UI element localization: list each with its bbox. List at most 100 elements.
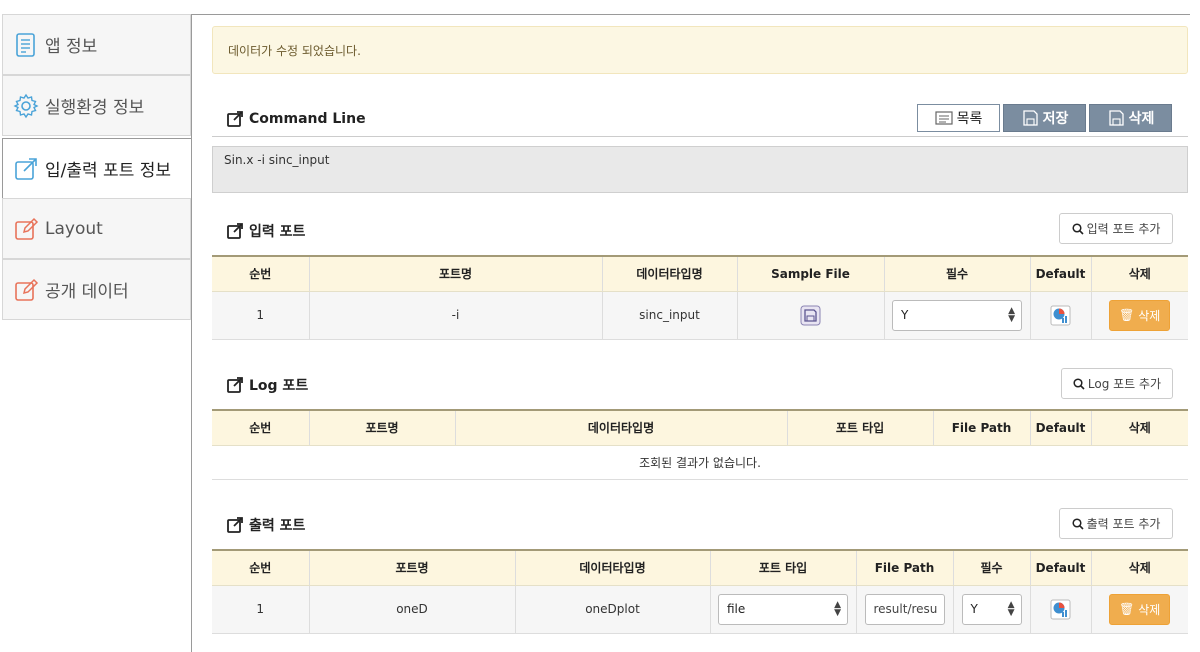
main-border	[191, 14, 1190, 15]
required-cell: Y ▲ ▼	[883, 291, 1031, 340]
sidebar-item-runtime-info[interactable]: 실행환경 정보	[2, 75, 191, 136]
row-number: 1	[212, 585, 310, 634]
table-row: 1 oneD oneDplot file ▲ ▼ result/resu Y ▲ ▼	[212, 585, 1188, 634]
column-header: File Path	[932, 409, 1031, 446]
log-ports-table: 순번 포트명 데이터타입명 포트 타입 File Path Default 삭제…	[212, 409, 1188, 480]
column-header: Default	[1029, 549, 1092, 586]
select-arrows-icon: ▲ ▼	[834, 600, 841, 618]
column-header: 필수	[883, 255, 1031, 292]
datatype-name: oneDplot	[514, 585, 711, 634]
column-header: 삭제	[1090, 409, 1188, 446]
table-row: 1 -i sinc_input Y ▲ ▼ 🗑 삭제	[212, 291, 1188, 340]
edit-icon	[13, 216, 39, 242]
column-header: 데이터타입명	[514, 549, 711, 586]
sample-file-icon[interactable]	[800, 305, 821, 326]
column-header: 순번	[212, 409, 310, 446]
datatype-name: sinc_input	[601, 291, 738, 340]
external-link-icon	[227, 517, 243, 533]
external-link-icon	[227, 223, 243, 239]
list-button[interactable]: 목록	[917, 104, 1000, 132]
column-header: Default	[1029, 255, 1092, 292]
input-ports-table: 순번 포트명 데이터타입명 Sample File 필수 Default 삭제 …	[212, 255, 1188, 340]
required-select[interactable]: Y ▲ ▼	[892, 299, 1022, 331]
command-line-field[interactable]: Sin.x -i sinc_input	[212, 146, 1188, 193]
port-type-select[interactable]: file ▲ ▼	[718, 593, 848, 625]
select-arrows-icon: ▲ ▼	[1007, 600, 1015, 618]
column-header: Default	[1029, 409, 1092, 446]
table-header-row: 순번 포트명 데이터타입명 포트 타입 File Path 필수 Default…	[212, 549, 1188, 586]
default-cell	[1029, 585, 1092, 634]
success-alert: 데이터가 수정 되었습니다.	[212, 26, 1188, 74]
sidebar-item-layout[interactable]: Layout	[2, 198, 191, 259]
port-type-cell: file ▲ ▼	[709, 585, 857, 634]
add-output-port-button[interactable]: 출력 포트 추가	[1059, 508, 1173, 539]
sidebar: 앱 정보 실행환경 정보 입/출력 포트 정보 Layout 공개 데이터	[0, 14, 192, 652]
column-header: 포트 타입	[709, 549, 857, 586]
column-header: 포트명	[308, 255, 603, 292]
default-cell	[1029, 291, 1092, 340]
search-icon	[1072, 517, 1084, 530]
main-border	[191, 14, 192, 652]
port-name: -i	[308, 291, 603, 340]
table-header-row: 순번 포트명 데이터타입명 포트 타입 File Path Default 삭제	[212, 409, 1188, 446]
delete-button[interactable]: 삭제	[1089, 104, 1172, 132]
save-icon	[1022, 110, 1038, 126]
divider	[212, 136, 1188, 137]
alert-message: 데이터가 수정 되었습니다.	[228, 44, 361, 58]
output-ports-table: 순번 포트명 데이터타입명 포트 타입 File Path 필수 Default…	[212, 549, 1188, 634]
external-link-icon	[13, 156, 39, 182]
search-icon	[1072, 222, 1084, 235]
delete-row-button[interactable]: 🗑 삭제	[1109, 593, 1171, 625]
delete-cell: 🗑 삭제	[1090, 585, 1188, 634]
empty-message: 조회된 결과가 없습니다.	[212, 445, 1188, 480]
sidebar-item-label: Layout	[45, 218, 103, 239]
required-cell: Y ▲ ▼	[952, 585, 1031, 634]
save-button[interactable]: 저장	[1003, 104, 1086, 132]
save-icon	[1108, 110, 1124, 126]
column-header: 포트 타입	[786, 409, 934, 446]
table-row: 조회된 결과가 없습니다.	[212, 445, 1188, 480]
add-input-port-button[interactable]: 입력 포트 추가	[1059, 213, 1173, 244]
select-arrows-icon: ▲ ▼	[1008, 306, 1015, 324]
table-header-row: 순번 포트명 데이터타입명 Sample File 필수 Default 삭제	[212, 255, 1188, 292]
column-header: 포트명	[308, 549, 516, 586]
row-number: 1	[212, 291, 310, 340]
sidebar-item-app-info[interactable]: 앱 정보	[2, 14, 191, 75]
sample-file-cell	[736, 291, 885, 340]
external-link-icon	[227, 111, 243, 127]
sidebar-item-public-data[interactable]: 공개 데이터	[2, 259, 191, 320]
column-header: 필수	[952, 549, 1031, 586]
column-header: 데이터타입명	[454, 409, 788, 446]
column-header: 삭제	[1090, 255, 1188, 292]
default-data-icon[interactable]	[1050, 305, 1071, 326]
column-header: 삭제	[1090, 549, 1188, 586]
sidebar-item-label: 공개 데이터	[45, 282, 129, 302]
sidebar-item-io-port-info[interactable]: 입/출력 포트 정보	[2, 138, 192, 199]
command-line-title: Command Line	[226, 110, 366, 128]
input-ports-title: 입력 포트	[226, 221, 305, 241]
delete-row-button[interactable]: 🗑 삭제	[1109, 299, 1171, 331]
search-icon	[1073, 377, 1085, 390]
column-header: 데이터타입명	[601, 255, 738, 292]
external-link-icon	[227, 377, 243, 393]
add-log-port-button[interactable]: Log 포트 추가	[1061, 368, 1173, 399]
file-path-input[interactable]: result/resu	[864, 593, 945, 625]
column-header: 포트명	[308, 409, 456, 446]
required-select[interactable]: Y ▲ ▼	[961, 593, 1022, 625]
port-name: oneD	[308, 585, 516, 634]
log-ports-title: Log 포트	[226, 375, 308, 395]
column-header: 순번	[212, 549, 310, 586]
column-header: Sample File	[736, 255, 885, 292]
gear-icon	[13, 93, 39, 119]
output-ports-title: 출력 포트	[226, 515, 305, 535]
file-path-cell: result/resu	[855, 585, 954, 634]
document-icon	[13, 32, 39, 58]
list-icon	[935, 111, 953, 125]
column-header: 순번	[212, 255, 310, 292]
column-header: File Path	[855, 549, 954, 586]
delete-cell: 🗑 삭제	[1090, 291, 1188, 340]
sidebar-item-label: 입/출력 포트 정보	[45, 161, 172, 181]
edit-icon	[13, 277, 39, 303]
sidebar-item-label: 실행환경 정보	[45, 98, 145, 118]
default-data-icon[interactable]	[1050, 599, 1071, 620]
